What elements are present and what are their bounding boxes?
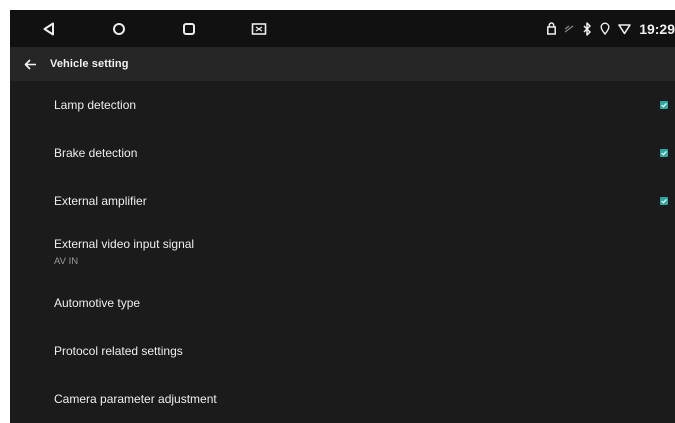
home-circle-icon[interactable] xyxy=(104,10,134,47)
settings-list: Lamp detection Brake detection External … xyxy=(10,81,675,423)
title-bar: Vehicle setting xyxy=(10,47,675,81)
checkbox-checked[interactable] xyxy=(660,101,668,109)
status-bar: 19:29 xyxy=(10,10,675,47)
setting-label: External amplifier xyxy=(54,194,147,208)
setting-external-video-input[interactable]: External video input signal AV IN xyxy=(10,225,675,279)
setting-label: External video input signal xyxy=(54,237,195,251)
location-icon xyxy=(600,22,610,35)
wifi-icon xyxy=(618,23,631,35)
signal-icon xyxy=(564,24,574,34)
setting-automotive-type[interactable]: Automotive type xyxy=(10,279,675,327)
status-clock: 19:29 xyxy=(639,20,675,37)
setting-value: AV IN xyxy=(54,256,79,267)
checkbox-checked[interactable] xyxy=(660,197,668,205)
setting-label: Brake detection xyxy=(54,146,138,160)
bluetooth-icon xyxy=(582,21,592,36)
back-triangle-icon[interactable] xyxy=(34,10,64,47)
setting-label: Lamp detection xyxy=(54,98,137,112)
setting-label: Protocol related settings xyxy=(54,344,183,358)
setting-external-amplifier[interactable]: External amplifier xyxy=(10,177,675,225)
arrow-left-icon[interactable] xyxy=(10,47,50,81)
lock-icon xyxy=(547,22,557,35)
recents-square-icon[interactable] xyxy=(174,10,204,47)
status-icons: 19:29 xyxy=(547,10,675,47)
screenshot-icon[interactable] xyxy=(244,10,274,47)
setting-protocol-related[interactable]: Protocol related settings xyxy=(10,327,675,375)
screen: 19:29 Vehicle setting Lamp detection Bra… xyxy=(10,10,675,423)
page-title: Vehicle setting xyxy=(50,58,129,70)
setting-brake-detection[interactable]: Brake detection xyxy=(10,129,675,177)
setting-label: Automotive type xyxy=(54,296,141,310)
setting-lamp-detection[interactable]: Lamp detection xyxy=(10,81,675,129)
setting-label: Camera parameter adjustment xyxy=(54,392,217,406)
checkbox-checked[interactable] xyxy=(660,149,668,157)
setting-camera-parameter[interactable]: Camera parameter adjustment xyxy=(10,375,675,423)
